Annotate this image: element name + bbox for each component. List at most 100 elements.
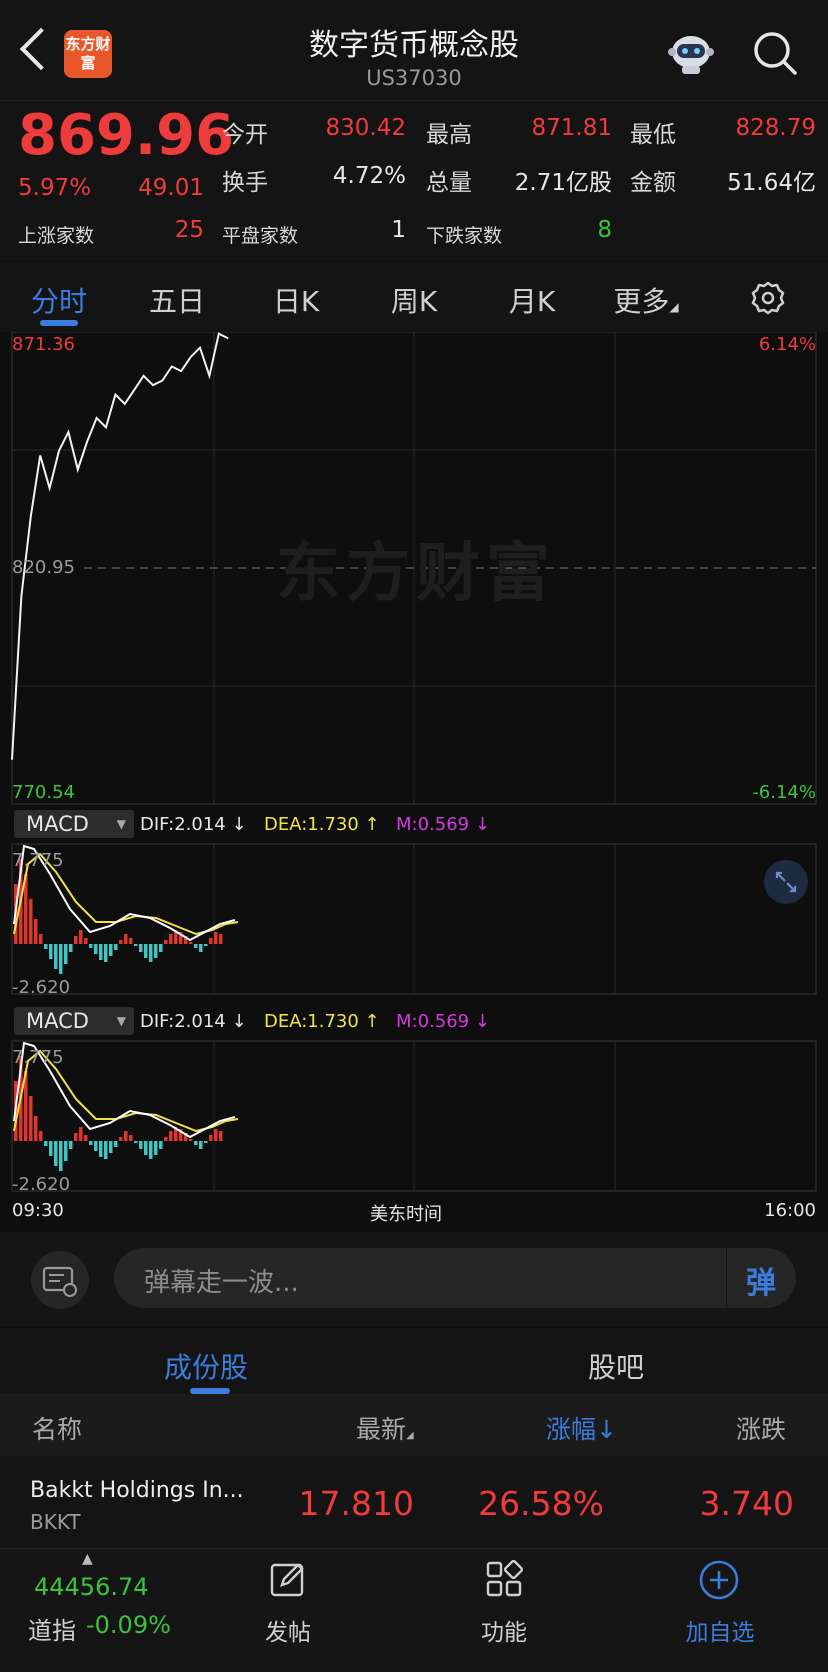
macd-bar (114, 944, 118, 950)
macd-bar (64, 1141, 68, 1161)
open-label: 今开 (222, 122, 268, 148)
danmu-settings-icon[interactable] (30, 1250, 90, 1310)
tab-intraday[interactable]: 分时 (9, 280, 109, 320)
amount-value: 51.64亿 (727, 170, 816, 196)
macd-bar (149, 1141, 153, 1159)
flat-count-label: 平盘家数 (222, 225, 299, 247)
macd-dif-value-1: DIF:2.014 ↓ (140, 814, 247, 835)
watermark-logo: 东方财富 (276, 537, 556, 611)
col-name[interactable]: 名称 (32, 1410, 82, 1446)
x-axis-caption: 美东时间 (370, 1204, 442, 1225)
index-change[interactable]: -0.09% (86, 1611, 171, 1639)
tab-more[interactable]: 更多◢ (596, 280, 696, 320)
index-value[interactable]: 44456.74 (34, 1573, 149, 1601)
down-count: 8 (597, 217, 612, 243)
macd-bar (204, 944, 208, 946)
macd-bar (99, 944, 103, 960)
functions-grid-icon[interactable] (484, 1559, 524, 1599)
macd-bar (59, 944, 63, 974)
down-count-label: 下跌家数 (426, 225, 503, 247)
sort-corner-icon: ◢ (406, 1430, 414, 1441)
macd-selector-label: MACD (26, 812, 89, 836)
change-amount: 49.01 (138, 175, 204, 201)
macd-dif-value-2: DIF:2.014 ↓ (140, 1011, 247, 1032)
post-edit-icon[interactable] (268, 1559, 308, 1599)
amount-label: 金额 (630, 170, 676, 196)
list-header: 名称 最新◢ 涨幅↓ 涨跌 (0, 1394, 828, 1456)
header: 东方财富 数字货币概念股 US37030 (0, 0, 828, 100)
macd-bar (144, 944, 148, 958)
divider (726, 1248, 727, 1308)
volume-value: 2.71亿股 (514, 170, 612, 196)
macd-bar (189, 1139, 193, 1141)
assistant-robot-icon[interactable] (666, 30, 716, 76)
tab-five-day[interactable]: 五日 (127, 280, 227, 320)
dropdown-corner-icon: ◢ (669, 300, 679, 314)
chevron-down-icon: ▼ (116, 1014, 126, 1028)
col-pct[interactable]: 涨幅↓ (546, 1410, 617, 1446)
danmu-input[interactable]: 弹幕走一波... 弹 (114, 1248, 796, 1308)
last-price: 869.96 (18, 103, 235, 168)
macd-bar (104, 944, 108, 962)
intraday-chart-svg[interactable] (0, 332, 828, 1232)
col-change[interactable]: 涨跌 (736, 1410, 828, 1446)
macd-bar (49, 944, 53, 959)
macd-bar (149, 944, 153, 962)
macd-bar (154, 944, 158, 958)
x-axis-end: 16:00 (764, 1200, 816, 1221)
row-pct: 26.58% (478, 1484, 604, 1523)
row-change: 3.740 (699, 1484, 794, 1523)
chevron-down-icon: ▼ (116, 817, 126, 831)
bottom-nav: ▲ 44456.74 道指 -0.09% 发帖 功能 加自选 (0, 1548, 828, 1672)
danmu-send-button[interactable]: 弹 (746, 1258, 776, 1302)
settings-gear-icon[interactable] (750, 280, 786, 316)
nav-functions-label[interactable]: 功能 (444, 1613, 564, 1647)
pct-top-label: 6.14% (758, 334, 816, 355)
macd-bar (114, 1141, 118, 1147)
macd-bar (124, 1131, 128, 1141)
tab-components[interactable]: 成份股 (164, 1346, 248, 1386)
tab-monthly-k[interactable]: 月K (482, 280, 582, 320)
x-axis-start: 09:30 (12, 1200, 64, 1221)
row-latest: 17.810 (298, 1484, 414, 1523)
macd-bar (199, 1141, 203, 1149)
macd-bar (49, 1141, 53, 1156)
macd-ybottom-1: -2.620 (12, 977, 71, 998)
tab-weekly-k[interactable]: 周K (364, 280, 464, 320)
macd-bar (54, 944, 58, 969)
quote-panel: 869.96 5.97% 49.01 今开 830.42 最高 871.81 最… (0, 100, 828, 261)
macd-selector-1[interactable]: MACD ▼ (14, 810, 134, 838)
macd-bar (194, 1141, 198, 1145)
macd-bar (164, 1137, 168, 1141)
index-label[interactable]: 道指 (28, 1611, 76, 1646)
nav-post-label[interactable]: 发帖 (228, 1613, 348, 1647)
macd-selector-2[interactable]: MACD ▼ (14, 1007, 134, 1035)
macd-bar (104, 1141, 108, 1159)
macd-bar (159, 944, 163, 952)
macd-bar (194, 944, 198, 948)
macd-dea-value-2: DEA:1.730 ↑ (264, 1011, 380, 1032)
macd-histogram-2 (14, 1056, 223, 1171)
search-icon[interactable] (752, 30, 798, 76)
macd-bar (214, 1129, 218, 1141)
macd-dea-value-1: DEA:1.730 ↑ (264, 814, 380, 835)
price-line-series (11, 332, 229, 760)
price-mid-label: 820.95 (12, 557, 75, 578)
open-value: 830.42 (325, 115, 406, 141)
add-watchlist-icon[interactable] (698, 1559, 740, 1601)
macd-bar (144, 1141, 148, 1155)
macd-bar (129, 938, 133, 944)
price-bottom-label: 770.54 (12, 782, 75, 803)
caret-up-icon[interactable]: ▲ (82, 1551, 93, 1567)
tab-daily-k[interactable]: 日K (246, 280, 346, 320)
macd-bar (44, 1141, 48, 1146)
macd-bar (29, 1096, 33, 1141)
high-value: 871.81 (531, 115, 612, 141)
table-row[interactable]: Bakkt Holdings In... BKKT 17.810 26.58% … (0, 1456, 828, 1548)
macd-bar (134, 944, 138, 946)
row-code: BKKT (30, 1510, 81, 1534)
tab-forum[interactable]: 股吧 (588, 1346, 644, 1386)
col-latest[interactable]: 最新◢ (356, 1410, 414, 1446)
nav-add-watchlist-label[interactable]: 加自选 (660, 1613, 780, 1647)
chart-period-tabs: 分时 五日 日K 周K 月K 更多◢ (0, 262, 828, 332)
